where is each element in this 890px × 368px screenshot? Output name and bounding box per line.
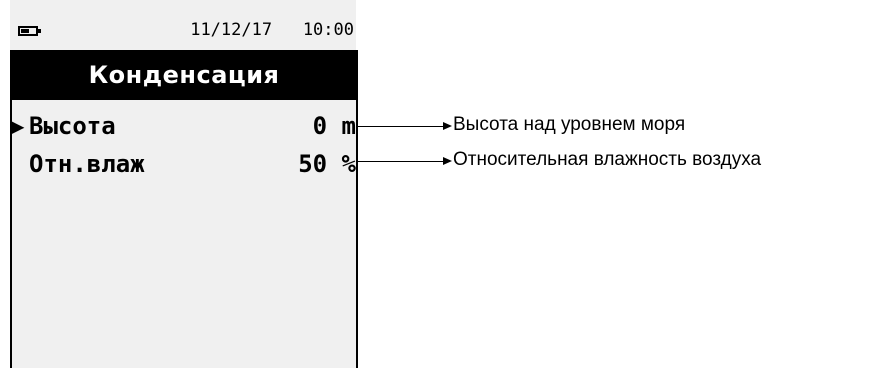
menu-item-label: Отн.влаж	[29, 150, 145, 178]
menu-list: ▶ Высота 0 m Отн.влаж 50 %	[10, 100, 358, 368]
menu-item-altitude[interactable]: ▶ Высота 0 m	[10, 108, 356, 144]
callout-humidity: Относительная влажность воздуха	[453, 149, 762, 170]
battery-level-fill	[21, 29, 29, 33]
time-text: 10:00	[302, 20, 354, 40]
status-bar: 11/12/17 10:00	[10, 0, 356, 50]
battery-icon	[18, 26, 41, 36]
menu-item-label: Высота	[29, 112, 116, 140]
menu-item-humidity[interactable]: Отн.влаж 50 %	[12, 146, 356, 182]
battery-terminal	[38, 29, 41, 33]
datetime: 11/12/17 10:00	[190, 20, 354, 40]
callout-altitude: Высота над уровнем моря	[453, 114, 686, 135]
device-screen: 11/12/17 10:00 Конденсация ▶ Высота 0 m …	[10, 0, 358, 368]
menu-item-value: 0 m	[312, 112, 356, 140]
arrow-right-icon	[443, 122, 452, 130]
arrow-right-icon	[443, 157, 452, 165]
screen-title: Конденсация	[10, 50, 358, 100]
menu-item-value: 50 %	[298, 150, 356, 178]
date-text: 11/12/17	[190, 20, 273, 40]
selection-cursor-icon: ▶	[10, 112, 25, 140]
callout-line	[358, 126, 443, 127]
callout-line	[358, 161, 443, 162]
